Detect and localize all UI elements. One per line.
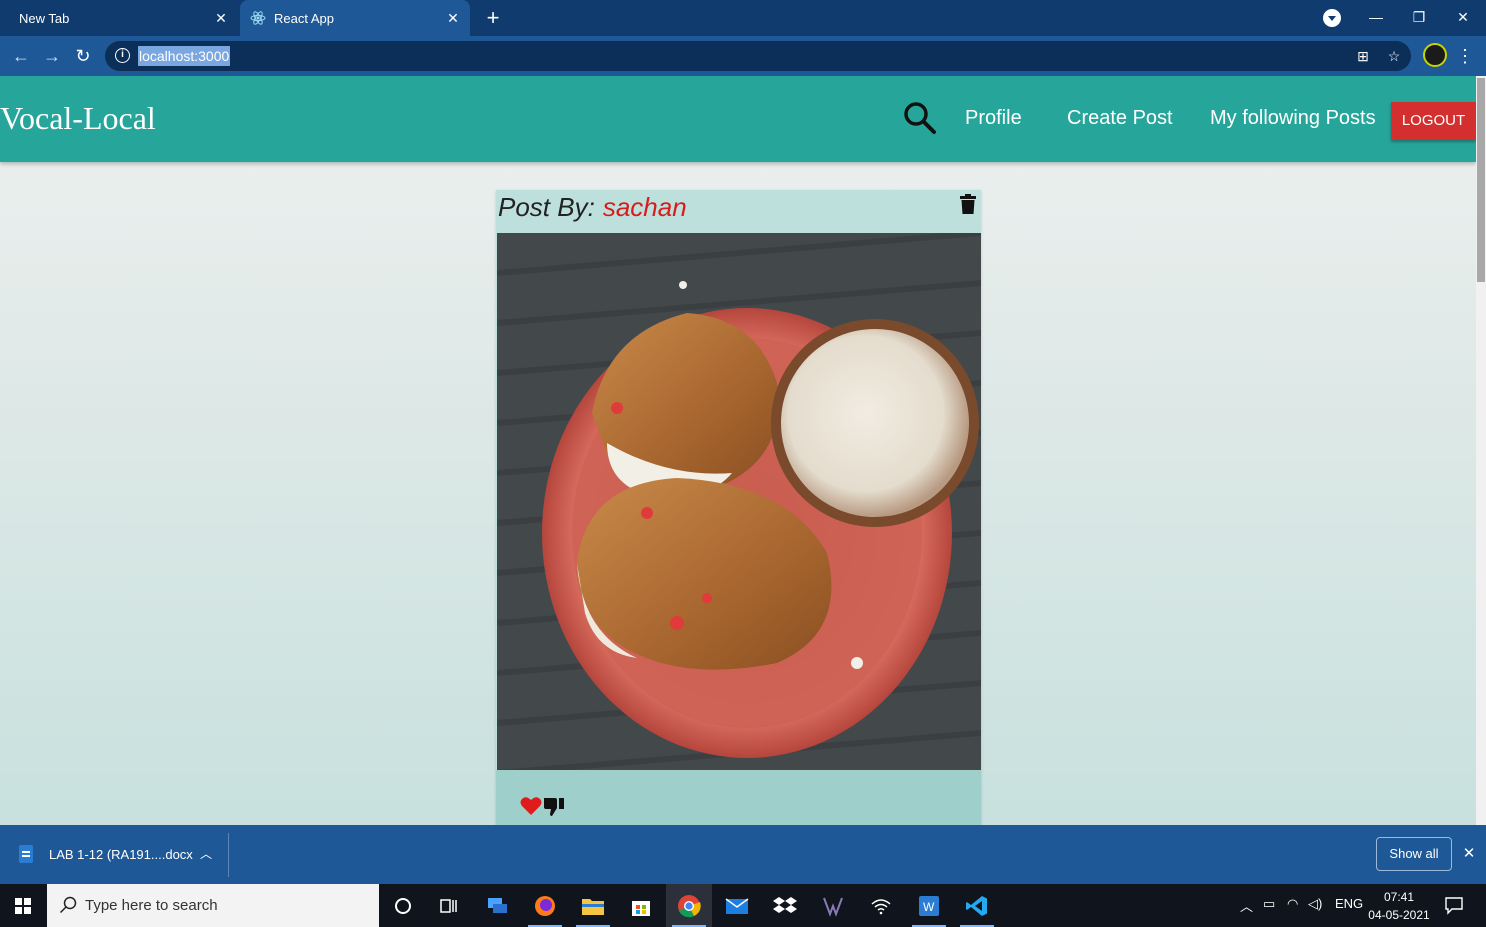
close-icon[interactable]: ✕	[1459, 844, 1479, 864]
divider	[228, 833, 229, 877]
browser-tab-strip: New Tab ✕ React App ✕ + — ❐ ✕	[0, 0, 1486, 36]
tab-search-icon[interactable]	[1323, 9, 1341, 27]
thumbs-down-icon[interactable]	[542, 794, 566, 818]
windows-start-icon[interactable]	[0, 884, 46, 927]
post-card: Post By: sachan	[496, 190, 981, 825]
heart-like-icon[interactable]	[520, 796, 542, 816]
nav-profile-link[interactable]: Profile	[965, 107, 1022, 130]
word-document-icon	[19, 845, 33, 863]
search-icon[interactable]	[902, 100, 938, 136]
chevron-up-icon[interactable]: ︿	[198, 844, 214, 864]
store-icon[interactable]	[618, 884, 664, 927]
download-shelf: LAB 1-12 (RA191....docx ︿ Show all ✕	[0, 825, 1486, 884]
vscode-icon[interactable]	[954, 884, 1000, 927]
menu-kebab-icon[interactable]: ⋮	[1456, 44, 1474, 68]
info-icon[interactable]: i	[115, 48, 130, 63]
taskbar-search-box[interactable]: Type here to search	[47, 884, 379, 927]
install-app-icon[interactable]: ⊞	[1354, 47, 1372, 65]
chrome-icon[interactable]	[666, 884, 712, 927]
system-clock[interactable]: 07:41 04-05-2021	[1364, 888, 1434, 924]
new-tab-button[interactable]: +	[480, 5, 506, 31]
windows-taskbar: Type here to search W ︿ ▭ ◠ ◁) ENG 07:41…	[0, 884, 1486, 927]
address-bar[interactable]: i localhost:3000 ⊞ ☆	[105, 41, 1411, 71]
tab-title: React App	[274, 10, 334, 26]
firefox-icon[interactable]	[522, 884, 568, 927]
tab-title: New Tab	[19, 10, 70, 26]
nav-create-post-link[interactable]: Create Post	[1067, 107, 1173, 130]
download-file-name[interactable]: LAB 1-12 (RA191....docx	[49, 847, 193, 862]
search-icon	[59, 896, 77, 914]
food-photo	[497, 233, 981, 770]
network-icon[interactable]: ◠	[1287, 896, 1298, 912]
logout-button[interactable]: LOGOUT	[1391, 102, 1476, 140]
reload-icon[interactable]: ↻	[70, 43, 96, 69]
word-icon[interactable]: W	[906, 884, 952, 927]
search-placeholder: Type here to search	[85, 897, 218, 914]
notification-icon[interactable]	[1444, 895, 1464, 915]
back-arrow-icon[interactable]: ←	[8, 43, 34, 69]
page-viewport: Vocal-Local Profile Create Post My follo…	[0, 76, 1486, 825]
clock-date: 04-05-2021	[1368, 908, 1430, 922]
nav-following-posts-link[interactable]: My following Posts	[1210, 107, 1376, 130]
file-explorer-icon[interactable]	[570, 884, 616, 927]
wifi-icon[interactable]	[858, 884, 904, 927]
window-close-icon[interactable]: ✕	[1448, 4, 1478, 30]
tab-new-tab[interactable]: New Tab ✕	[0, 0, 238, 36]
clock-time: 07:41	[1383, 890, 1415, 904]
post-by-label: Post By:	[498, 192, 595, 222]
post-image	[497, 233, 981, 770]
minimize-icon[interactable]: —	[1361, 4, 1391, 30]
profile-avatar[interactable]	[1423, 43, 1447, 67]
mail-icon[interactable]	[714, 884, 760, 927]
close-icon[interactable]: ✕	[212, 9, 230, 27]
delete-trash-icon[interactable]	[960, 194, 976, 214]
bookmark-star-icon[interactable]: ☆	[1385, 47, 1403, 65]
post-author[interactable]: sachan	[603, 192, 687, 222]
url-text[interactable]: localhost:3000	[138, 46, 231, 66]
scrollbar-thumb[interactable]	[1477, 78, 1485, 282]
svg-text:W: W	[923, 900, 935, 914]
show-all-button[interactable]: Show all	[1376, 837, 1452, 871]
battery-icon[interactable]: ▭	[1263, 896, 1275, 912]
page-scrollbar[interactable]	[1476, 76, 1486, 825]
remote-desktop-icon[interactable]	[474, 884, 520, 927]
restore-icon[interactable]: ❐	[1404, 4, 1434, 30]
browser-toolbar: ← → ↻ i localhost:3000 ⊞ ☆ ⋮	[0, 36, 1486, 76]
brand-logo[interactable]: Vocal-Local	[0, 100, 156, 137]
cortana-icon[interactable]	[380, 884, 426, 927]
post-actions	[496, 770, 981, 825]
task-view-icon[interactable]	[426, 884, 472, 927]
close-icon[interactable]: ✕	[444, 9, 462, 27]
forward-arrow-icon[interactable]: →	[39, 43, 65, 69]
react-icon	[250, 11, 266, 25]
volume-icon[interactable]: ◁)	[1308, 896, 1322, 912]
chevron-up-icon[interactable]: ︿	[1240, 896, 1253, 915]
app-navbar: Vocal-Local Profile Create Post My follo…	[0, 76, 1476, 162]
dropbox-icon[interactable]	[762, 884, 808, 927]
predator-sense-icon[interactable]	[810, 884, 856, 927]
language-indicator[interactable]: ENG	[1335, 896, 1363, 911]
post-header: Post By: sachan	[498, 192, 687, 223]
tab-react-app[interactable]: React App ✕	[240, 0, 470, 36]
